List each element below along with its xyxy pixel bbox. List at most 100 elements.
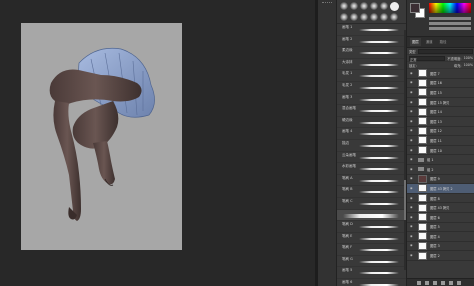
brush-preset[interactable]: 毛发 2 xyxy=(337,82,407,94)
eye-icon[interactable]: ◉ xyxy=(410,129,413,132)
brush-preset[interactable]: 画笔 6 xyxy=(337,279,407,286)
brush-preset[interactable]: 笔刷 B xyxy=(337,186,407,198)
new-layer-icon[interactable] xyxy=(449,280,453,285)
brush-tip[interactable] xyxy=(370,13,378,21)
eye-icon[interactable]: ◉ xyxy=(410,138,413,142)
eye-icon[interactable]: ◉ xyxy=(410,177,413,180)
brush-preset[interactable]: 水彩画笔 xyxy=(337,163,407,175)
brush-preset[interactable]: 画笔 3 xyxy=(337,94,407,106)
mask-icon[interactable] xyxy=(433,280,437,285)
brush-tip[interactable] xyxy=(360,2,368,10)
layer-thumbnail xyxy=(418,107,427,116)
brush-preset[interactable]: 画笔 4 xyxy=(337,128,407,140)
color-slider[interactable] xyxy=(429,27,471,30)
layer-row[interactable]: ◉ 图层 16 xyxy=(407,78,474,89)
brush-tip[interactable] xyxy=(380,13,388,21)
layer-row[interactable]: ◉ 图层 13 xyxy=(407,117,474,127)
layer-row[interactable]: ◉ 图层 43 拷贝 xyxy=(407,203,474,213)
layer-row[interactable]: ◉ 图层 3 xyxy=(407,241,474,252)
eye-icon[interactable]: ◉ xyxy=(410,119,413,123)
brush-preset[interactable]: 硬边缘 xyxy=(337,117,407,129)
opacity-value[interactable]: 100% xyxy=(464,56,473,60)
tab-paths[interactable]: 路径 xyxy=(438,38,449,46)
brush-preset[interactable]: 画笔 2 xyxy=(337,36,407,48)
layer-row[interactable]: ◉ 图层 12 xyxy=(407,126,474,137)
brush-preset[interactable]: 笔刷 G xyxy=(337,256,407,268)
grip-icon[interactable] xyxy=(322,2,332,4)
eye-icon[interactable]: ◉ xyxy=(410,186,413,190)
brush-preset[interactable]: 笔刷 E xyxy=(337,233,407,245)
brush-preset[interactable]: 笔刷 F xyxy=(337,244,407,256)
brush-tip[interactable] xyxy=(340,2,348,10)
brush-preset[interactable]: 描边 xyxy=(337,140,407,152)
color-slider[interactable] xyxy=(429,17,471,20)
fx-icon[interactable] xyxy=(425,280,429,285)
eye-icon[interactable]: ◉ xyxy=(410,225,413,228)
layer-row[interactable]: ◉ 图层 43 拷贝 2 xyxy=(407,184,474,194)
brush-preset[interactable]: 画笔 1 xyxy=(337,24,407,36)
brush-preset[interactable]: 混合画笔 xyxy=(337,105,407,117)
filter-kind-select[interactable] xyxy=(417,48,473,54)
brush-preset[interactable]: 画笔 5 xyxy=(337,267,407,280)
layer-row[interactable]: ◉ 图层 7 xyxy=(407,69,474,79)
eye-icon[interactable]: ◉ xyxy=(410,196,413,200)
brush-preset[interactable]: 笔刷 D xyxy=(337,221,407,233)
eye-icon[interactable]: ◉ xyxy=(410,148,413,152)
layer-thumbnail xyxy=(418,98,427,107)
eye-icon[interactable]: ◉ xyxy=(410,90,413,94)
trash-icon[interactable] xyxy=(457,280,461,285)
layer-row[interactable]: ◉ 图层 14 xyxy=(407,107,474,117)
brush-preset[interactable]: 云朵画笔 xyxy=(337,152,407,164)
brush-tip[interactable] xyxy=(350,13,358,21)
link-layers-icon[interactable] xyxy=(417,280,421,285)
layer-row[interactable]: ◉ 图层 8 xyxy=(407,194,474,204)
eye-icon[interactable]: ◉ xyxy=(410,110,413,113)
brush-tip[interactable] xyxy=(390,13,398,21)
brush-tip[interactable] xyxy=(360,13,368,21)
blend-mode-select[interactable]: 正常 xyxy=(409,55,446,62)
eye-icon[interactable]: ◉ xyxy=(410,100,413,104)
eye-icon[interactable]: ◉ xyxy=(410,206,413,209)
layer-row[interactable]: ◉ 图层 2 xyxy=(407,251,474,261)
eye-icon[interactable]: ◉ xyxy=(410,254,413,257)
eye-icon[interactable]: ◉ xyxy=(410,71,413,75)
layer-group-row[interactable]: ◉ 组 1 xyxy=(407,155,474,165)
brush-tip[interactable] xyxy=(370,2,378,10)
eye-icon[interactable]: ◉ xyxy=(410,215,413,219)
tab-layers[interactable]: 图层 xyxy=(410,38,421,46)
color-spectrum[interactable] xyxy=(429,3,471,13)
color-slider[interactable] xyxy=(429,22,471,25)
artwork-legs-illustration xyxy=(49,47,155,221)
canvas[interactable] xyxy=(21,23,182,250)
layer-row[interactable]: ◉ 图层 11 xyxy=(407,136,474,146)
layer-row[interactable]: ◉ 图层 10 xyxy=(407,146,474,156)
layer-row[interactable]: ◉ 图层 6 xyxy=(407,213,474,223)
tab-channels[interactable]: 通道 xyxy=(424,38,435,46)
new-group-icon[interactable] xyxy=(441,280,445,285)
brush-preset[interactable]: 毛发 1 xyxy=(337,70,407,82)
layer-row[interactable]: ◉ 图层 9 xyxy=(407,174,474,185)
layer-row[interactable]: ◉ 图层 15 拷贝 xyxy=(407,98,474,108)
new-preset-icon[interactable] xyxy=(390,2,399,11)
brush-tip[interactable] xyxy=(350,2,358,10)
brush-tip[interactable] xyxy=(340,13,348,21)
eye-icon[interactable]: ◉ xyxy=(410,244,413,247)
layer-name: 图层 13 xyxy=(430,119,442,124)
layer-group-row[interactable]: ◉ 组 2 xyxy=(407,165,474,175)
brush-preset[interactable]: 笔刷 A xyxy=(337,175,407,187)
eye-icon[interactable]: ◉ xyxy=(410,234,413,238)
foreground-color-swatch[interactable] xyxy=(410,3,420,13)
layer-row[interactable]: ◉ 图层 4 xyxy=(407,232,474,242)
brush-preset[interactable]: 笔刷 C xyxy=(337,198,407,210)
brush-preset[interactable]: 柔边缘 xyxy=(337,47,407,59)
brush-preset[interactable]: 大涂抹 xyxy=(337,59,407,71)
layer-row[interactable]: ◉ 图层 5 xyxy=(407,222,474,233)
eye-icon[interactable]: ◉ xyxy=(410,81,413,84)
layer-row[interactable]: ◉ 图层 15 xyxy=(407,88,474,98)
layer-name: 图层 15 xyxy=(430,90,442,95)
eye-icon[interactable]: ◉ xyxy=(410,158,413,161)
brush-tip[interactable] xyxy=(380,2,388,10)
brush-preset-selected[interactable] xyxy=(337,209,407,222)
eye-icon[interactable]: ◉ xyxy=(410,167,413,171)
fill-value[interactable]: 100% xyxy=(464,63,473,67)
